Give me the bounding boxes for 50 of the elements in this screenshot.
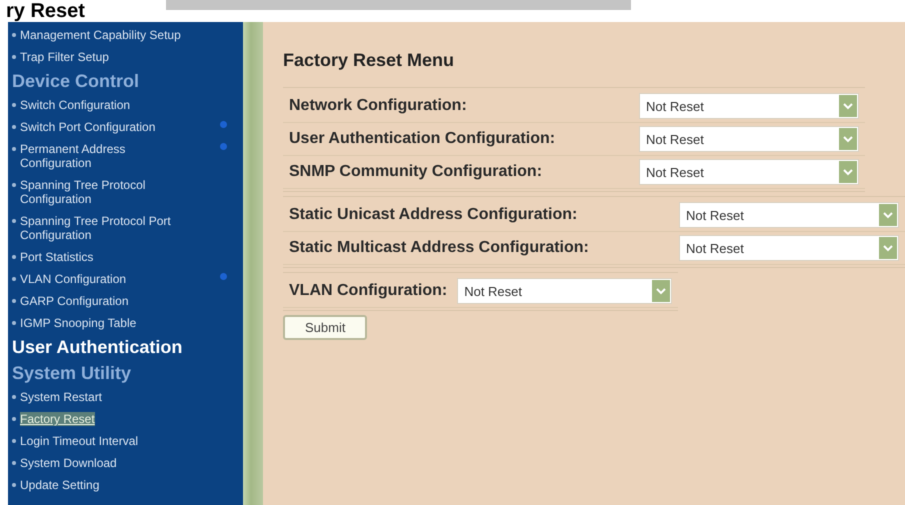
- reset-dropdown[interactable]: Not Reset: [679, 235, 899, 261]
- bullet-icon: [12, 321, 16, 325]
- menu-link[interactable]: Spanning Tree Protocol Port Configuration: [20, 214, 195, 242]
- menu-link[interactable]: Management Capability Setup: [20, 28, 195, 42]
- menu-link[interactable]: Spanning Tree Protocol Configuration: [20, 178, 195, 206]
- bullet-icon: [12, 147, 16, 151]
- menu-link[interactable]: GARP Configuration: [20, 294, 195, 308]
- menu-link[interactable]: Switch Port Configuration: [20, 120, 195, 134]
- reset-dropdown[interactable]: Not Reset: [457, 278, 672, 304]
- menu-link[interactable]: VLAN Configuration: [20, 272, 195, 286]
- menu-link[interactable]: Update Setting: [20, 478, 195, 492]
- bullet-icon: [12, 219, 16, 223]
- menu-link[interactable]: System Download: [20, 456, 195, 470]
- bullet-icon: [12, 33, 16, 37]
- bullet-icon: [12, 277, 16, 281]
- bullet-icon: [12, 125, 16, 129]
- reset-dropdown[interactable]: Not Reset: [679, 202, 899, 228]
- bullet-icon: [12, 483, 16, 487]
- menu-link[interactable]: Factory Reset: [20, 412, 95, 426]
- menu-link[interactable]: Permanent Address Configuration: [20, 142, 195, 170]
- section-heading[interactable]: System Utility: [12, 360, 244, 386]
- bullet-icon: [12, 55, 16, 59]
- reset-dropdown[interactable]: Not Reset: [639, 159, 859, 185]
- field-label: Network Configuration:: [289, 97, 468, 115]
- menu-link[interactable]: Login Timeout Interval: [20, 434, 195, 448]
- bullet-icon: [12, 103, 16, 107]
- bullet-icon: [12, 461, 16, 465]
- reset-dropdown[interactable]: Not Reset: [639, 126, 859, 152]
- menu-link[interactable]: Switch Configuration: [20, 98, 195, 112]
- menu-link[interactable]: System Restart: [20, 390, 195, 404]
- menu-link[interactable]: Trap Filter Setup: [20, 50, 195, 64]
- field-label: User Authentication Configuration:: [289, 130, 556, 148]
- field-label: Static Unicast Address Configuration:: [289, 206, 578, 224]
- form-title: Factory Reset Menu: [283, 50, 456, 71]
- field-label: SNMP Community Configuration:: [289, 163, 544, 181]
- field-label: VLAN Configuration:: [289, 282, 448, 300]
- bullet-icon: [12, 417, 16, 421]
- page-title: ry Reset: [5, 0, 86, 22]
- field-label: Static Multicast Address Configuration:: [289, 239, 590, 257]
- section-heading[interactable]: Device Control: [12, 68, 244, 94]
- bullet-icon: [12, 255, 16, 259]
- menu-link[interactable]: Port Statistics: [20, 250, 195, 264]
- reset-dropdown[interactable]: Not Reset: [639, 93, 859, 119]
- bullet-icon: [12, 439, 16, 443]
- bullet-icon: [12, 183, 16, 187]
- section-heading[interactable]: User Authentication: [12, 334, 244, 360]
- menu-link[interactable]: IGMP Snooping Table: [20, 316, 195, 330]
- bullet-icon: [12, 395, 16, 399]
- bullet-icon: [12, 299, 16, 303]
- submit-button[interactable]: Submit: [283, 315, 368, 340]
